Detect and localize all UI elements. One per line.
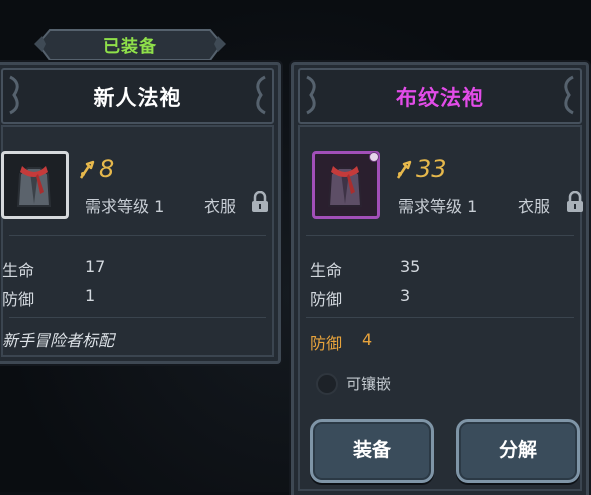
stat-value: 3	[400, 286, 411, 305]
robe-icon	[16, 166, 52, 207]
item-description: 新手冒险者标配	[2, 331, 115, 350]
stat-name: 防御	[2, 290, 35, 309]
bonus-stat-name: 防御	[310, 334, 343, 353]
power-arrow-icon	[396, 160, 412, 179]
lock-icon[interactable]	[566, 191, 584, 213]
stat-name: 生命	[2, 261, 35, 280]
item-slot[interactable]	[1, 151, 69, 219]
divider	[306, 317, 574, 318]
stat-value: 35	[400, 257, 421, 276]
level-requirement: 需求等级 1	[85, 197, 165, 216]
item-slot[interactable]	[312, 151, 380, 219]
slot-type: 衣服	[204, 197, 237, 216]
socket-slot-icon	[316, 373, 338, 395]
power-score: 8	[79, 155, 114, 183]
divider	[9, 235, 266, 236]
equip-button[interactable]: 装备	[310, 419, 434, 483]
socket-label: 可镶嵌	[346, 375, 392, 393]
card-body: 33 需求等级 1 衣服 生命 35 防御 3 防御 4 可镶嵌 装备 分解	[298, 125, 584, 491]
card-body: 8 需求等级 1 衣服 生命 17 防御 1 新手冒险者标配	[1, 125, 274, 357]
equipped-item-card: 新人法袍 8 需求等级 1 衣服 生命 17 防御 1 新手冒险者标配	[0, 62, 281, 364]
slot-type: 衣服	[518, 197, 551, 216]
equipped-tab: 已装备	[32, 26, 228, 62]
stat-name: 生命	[310, 261, 343, 280]
compare-item-card: 布纹法袍 33 需求等级 1 衣服 生命 35 防御 3 防御 4 可镶嵌 装备…	[291, 62, 589, 495]
robe-icon	[327, 166, 363, 207]
card-header: 布纹法袍	[298, 68, 582, 124]
stat-name: 防御	[310, 290, 343, 309]
divider	[9, 317, 266, 318]
stat-value: 17	[85, 257, 106, 276]
card-header: 新人法袍	[1, 68, 274, 124]
power-value: 8	[99, 155, 115, 183]
dismantle-button[interactable]: 分解	[456, 419, 580, 483]
power-value: 33	[416, 155, 447, 183]
level-requirement: 需求等级 1	[398, 197, 478, 216]
divider	[306, 235, 574, 236]
equipped-label: 已装备	[103, 37, 157, 57]
power-arrow-icon	[79, 160, 95, 179]
power-score: 33	[396, 155, 447, 183]
item-title: 新人法袍	[93, 86, 182, 110]
stat-value: 1	[85, 286, 96, 305]
bonus-stat-value: 4	[362, 330, 373, 349]
item-title: 布纹法袍	[396, 86, 484, 110]
lock-icon[interactable]	[251, 191, 269, 213]
